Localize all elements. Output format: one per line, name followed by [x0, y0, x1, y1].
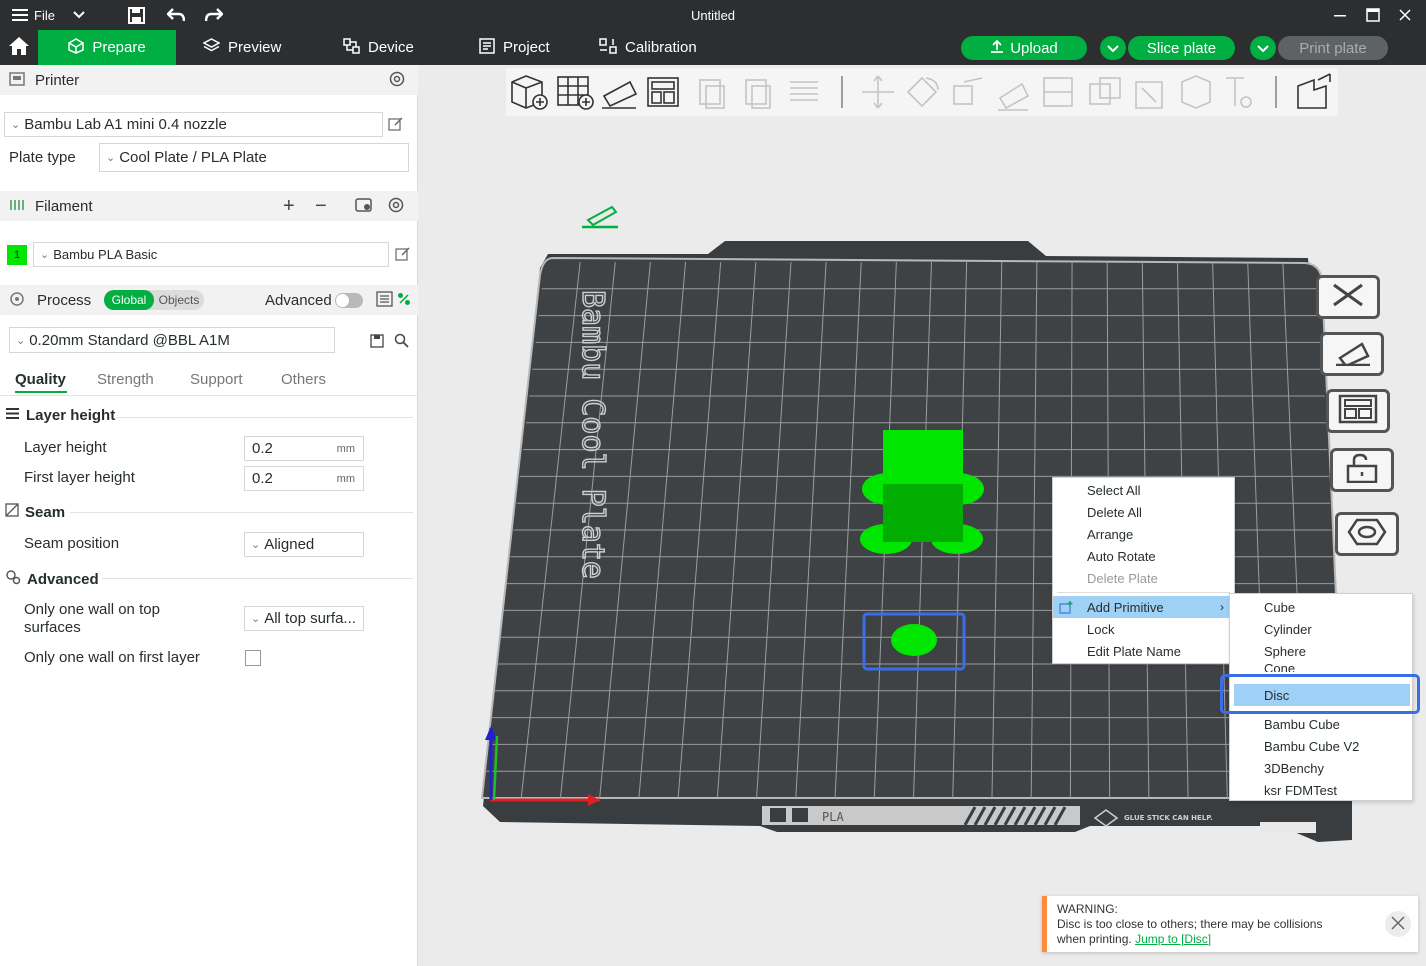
move-icon[interactable] — [862, 75, 894, 109]
text-tool-icon[interactable] — [1226, 77, 1252, 108]
warning-message-text: when printing. — [1057, 932, 1132, 946]
close-icon — [1391, 915, 1405, 933]
assembly-view-icon[interactable] — [1297, 73, 1331, 109]
submenu-item-bambu-cube-v2[interactable]: Bambu Cube V2 — [1230, 735, 1412, 757]
context-menu: Select All Delete All Arrange Auto Rotat… — [1052, 477, 1235, 664]
model-disc[interactable] — [891, 624, 937, 656]
hexagon-icon — [1347, 518, 1387, 551]
warning-message-line1: Disc is too close to others; there may b… — [1057, 917, 1323, 931]
jump-to-disc-link[interactable]: Jump to [Disc] — [1135, 932, 1211, 946]
split-objects-icon[interactable] — [699, 79, 725, 109]
warning-message-line2: when printing. Jump to [Disc] — [1057, 932, 1211, 946]
layers-stack-icon[interactable] — [790, 81, 818, 101]
menu-item-add-primitive[interactable]: Add Primitive › — [1053, 596, 1234, 618]
split-parts-icon[interactable] — [745, 79, 771, 109]
menu-item-auto-rotate[interactable]: Auto Rotate — [1053, 545, 1234, 567]
chevron-right-icon: › — [1220, 600, 1224, 614]
plate-filament-label: PLA — [822, 810, 844, 824]
cut-icon[interactable] — [1043, 77, 1073, 107]
submenu-item-ksr-fdmtest[interactable]: ksr FDMTest — [1230, 779, 1412, 801]
auto-orient-icon[interactable] — [602, 80, 638, 109]
disc-highlight-outline — [1220, 674, 1420, 714]
auto-orient-icon — [1332, 338, 1372, 371]
submenu-item-cube[interactable]: Cube — [1230, 596, 1412, 618]
scale-icon[interactable] — [953, 77, 983, 105]
lay-on-face-icon[interactable] — [998, 82, 1030, 111]
warning-close-button[interactable] — [1385, 911, 1411, 937]
menu-item-delete-plate[interactable]: Delete Plate — [1053, 567, 1234, 589]
menu-item-add-primitive-label: Add Primitive — [1087, 599, 1164, 615]
lock-plate-button[interactable] — [1330, 448, 1394, 492]
close-icon — [1330, 282, 1366, 313]
submenu-item-cone[interactable]: Cone — [1230, 656, 1412, 672]
add-object-icon[interactable] — [511, 75, 548, 110]
menu-item-arrange[interactable]: Arrange — [1053, 523, 1234, 545]
boolean-icon[interactable] — [1089, 77, 1121, 105]
arrange-icon[interactable] — [647, 77, 679, 107]
support-paint-icon[interactable] — [1135, 81, 1163, 109]
plate-logo-icon — [770, 808, 786, 822]
menu-separator — [1057, 592, 1230, 593]
add-plate-icon[interactable] — [557, 76, 594, 110]
plate-glue-note: GLUE STICK CAN HELP. — [1124, 814, 1213, 822]
plate-tab — [1260, 822, 1316, 833]
menu-item-edit-plate-name[interactable]: Edit Plate Name — [1053, 640, 1234, 662]
canvas-toolbar — [506, 68, 1338, 116]
warning-title: WARNING: — [1057, 902, 1118, 916]
menu-item-lock[interactable]: Lock — [1053, 618, 1234, 640]
submenu-item-3dbenchy[interactable]: 3DBenchy — [1230, 757, 1412, 779]
submenu-item-cylinder[interactable]: Cylinder — [1230, 618, 1412, 640]
plate-settings-button[interactable] — [1335, 512, 1399, 556]
submenu-item-bambu-cube[interactable]: Bambu Cube — [1230, 713, 1412, 735]
arrange-plate-button[interactable] — [1326, 389, 1390, 433]
add-primitive-icon — [1059, 600, 1075, 617]
collision-warning-toast: WARNING: Disc is too close to others; th… — [1042, 896, 1418, 952]
unlock-icon — [1344, 453, 1380, 488]
plate-name-text: Bambu Cool Plate — [575, 290, 610, 579]
auto-orient-plate-button[interactable] — [1320, 332, 1384, 376]
clear-plate-button[interactable] — [1316, 275, 1380, 319]
menu-item-select-all[interactable]: Select All — [1053, 479, 1234, 501]
menu-item-delete-all[interactable]: Delete All — [1053, 501, 1234, 523]
seam-paint-icon[interactable] — [1181, 75, 1211, 109]
rotate-icon[interactable] — [906, 76, 939, 108]
qr-icon — [792, 808, 808, 822]
edit-pen-icon[interactable] — [582, 205, 618, 229]
arrange-icon — [1338, 394, 1378, 429]
